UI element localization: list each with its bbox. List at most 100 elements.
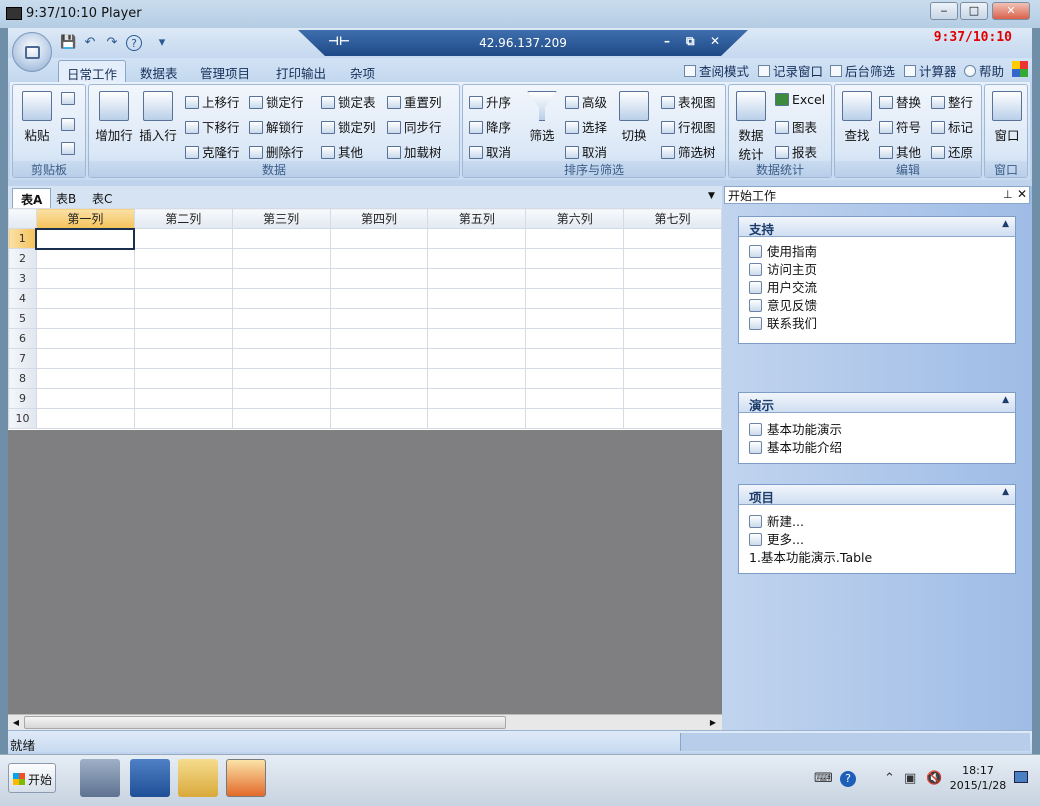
grid-cell[interactable]: [231, 308, 331, 329]
symbol-button[interactable]: 符号: [879, 117, 921, 136]
grid-cell[interactable]: [133, 248, 233, 269]
grid-cell[interactable]: [427, 388, 527, 409]
grid-cell[interactable]: [427, 288, 527, 309]
row-header[interactable]: 7: [8, 348, 37, 369]
grid-cell[interactable]: [231, 388, 331, 409]
mark-button[interactable]: 标记: [931, 117, 973, 136]
grid-cell[interactable]: [231, 288, 331, 309]
delete-row-button[interactable]: 删除行: [249, 142, 304, 161]
grid-cell[interactable]: [35, 308, 135, 329]
support-header[interactable]: 支持 ▲: [739, 217, 1015, 237]
grid-cell[interactable]: [133, 328, 233, 349]
grid-cell[interactable]: [329, 308, 429, 329]
grid-cell[interactable]: [427, 368, 527, 389]
chart-button[interactable]: 图表: [775, 117, 817, 136]
help-tray-icon[interactable]: ?: [840, 771, 856, 787]
demo-header[interactable]: 演示 ▲: [739, 393, 1015, 413]
grid-cell[interactable]: [133, 408, 233, 429]
select-button[interactable]: 选择: [565, 117, 607, 136]
grid-cell[interactable]: [427, 248, 527, 269]
grid-cell[interactable]: [427, 268, 527, 289]
reset-column-button[interactable]: 重置列: [387, 92, 442, 111]
taskbar-clock[interactable]: 18:17 2015/1/28: [946, 763, 1010, 793]
grid-cell[interactable]: [525, 388, 625, 409]
insert-row-button[interactable]: 插入行: [137, 91, 179, 144]
record-window-link[interactable]: 记录窗口: [758, 61, 823, 80]
player-minimize-button[interactable]: ‒: [930, 2, 958, 20]
grid-cell[interactable]: [133, 308, 233, 329]
calculator-link[interactable]: 计算器: [904, 61, 957, 80]
row-header[interactable]: 5: [8, 308, 37, 329]
grid-cell[interactable]: [525, 308, 625, 329]
cut-button[interactable]: [61, 117, 78, 132]
grid-cell[interactable]: [35, 368, 135, 389]
grid-cell[interactable]: [133, 368, 233, 389]
grid-cell[interactable]: [35, 408, 135, 429]
data-stats-button[interactable]: 数据统计: [733, 91, 769, 163]
network-icon[interactable]: ▣: [904, 771, 916, 786]
grid-cell[interactable]: [231, 348, 331, 369]
project-item[interactable]: 更多...: [739, 529, 1015, 547]
demo-item[interactable]: 基本功能演示: [739, 419, 1015, 437]
keyboard-icon[interactable]: ⌨: [814, 771, 833, 786]
restore-button[interactable]: 还原: [931, 142, 973, 161]
advanced-filter-button[interactable]: 高级: [565, 92, 607, 111]
project-header[interactable]: 项目 ▲: [739, 485, 1015, 505]
grid-cell[interactable]: [35, 328, 135, 349]
grid-cell[interactable]: [623, 308, 722, 329]
grid-cell[interactable]: [231, 268, 331, 289]
column-header[interactable]: 第三列: [231, 208, 331, 229]
column-header[interactable]: 第四列: [329, 208, 429, 229]
grid-cell[interactable]: [133, 288, 233, 309]
grid-cell[interactable]: [35, 388, 135, 409]
column-header[interactable]: 第二列: [133, 208, 233, 229]
load-tree-button[interactable]: 加载树: [387, 142, 442, 161]
grid-cell[interactable]: [35, 268, 135, 289]
grid-cell[interactable]: [231, 328, 331, 349]
data-grid[interactable]: 第一列 第二列 第三列 第四列 第五列 第六列 第七列 1 2 3 4 5 6 7 8 9 10: [8, 208, 722, 430]
grid-cell[interactable]: [329, 268, 429, 289]
grid-cell[interactable]: [35, 288, 135, 309]
grid-cell[interactable]: [133, 348, 233, 369]
edit-other-button[interactable]: 其他: [879, 142, 921, 161]
remote-restore-button[interactable]: ⧉: [686, 34, 695, 49]
remote-close-button[interactable]: ✕: [710, 34, 720, 48]
row-header[interactable]: 6: [8, 328, 37, 349]
show-hidden-icons-icon[interactable]: ⌃: [884, 771, 895, 786]
find-button[interactable]: 查找: [839, 91, 875, 144]
move-up-button[interactable]: 上移行: [185, 92, 240, 111]
grid-cell[interactable]: [525, 348, 625, 369]
column-header[interactable]: 第五列: [427, 208, 527, 229]
grid-cell[interactable]: [231, 368, 331, 389]
powershell-icon[interactable]: [130, 759, 170, 797]
grid-cell[interactable]: [525, 248, 625, 269]
row-header[interactable]: 4: [8, 288, 37, 309]
window-button[interactable]: 窗口: [989, 91, 1025, 144]
clear-button[interactable]: [61, 141, 78, 156]
support-item[interactable]: 访问主页: [739, 259, 1015, 277]
demo-item[interactable]: 基本功能介绍: [739, 437, 1015, 455]
row-header[interactable]: 8: [8, 368, 37, 389]
row-header[interactable]: 1: [8, 228, 37, 249]
grid-cell[interactable]: [525, 228, 625, 249]
support-item[interactable]: 联系我们: [739, 313, 1015, 331]
grid-cell[interactable]: [231, 408, 331, 429]
player-maximize-button[interactable]: □: [960, 2, 988, 20]
grid-cell[interactable]: [623, 388, 722, 409]
grid-cell[interactable]: [329, 348, 429, 369]
grid-cell[interactable]: [623, 328, 722, 349]
support-item[interactable]: 意见反馈: [739, 295, 1015, 313]
grid-cell[interactable]: [525, 328, 625, 349]
grid-cell[interactable]: [525, 288, 625, 309]
grid-cell[interactable]: [623, 408, 722, 429]
grid-cell[interactable]: [329, 368, 429, 389]
column-header[interactable]: 第六列: [525, 208, 625, 229]
switch-button[interactable]: 切换: [617, 91, 651, 144]
sort-asc-button[interactable]: 升序: [469, 92, 511, 111]
grid-cell[interactable]: [427, 328, 527, 349]
lock-column-button[interactable]: 锁定列: [321, 117, 376, 136]
grid-cell[interactable]: [329, 408, 429, 429]
grid-cell[interactable]: [133, 228, 233, 249]
undo-icon[interactable]: ↶: [82, 35, 98, 51]
tab-misc[interactable]: 杂项: [342, 60, 383, 82]
